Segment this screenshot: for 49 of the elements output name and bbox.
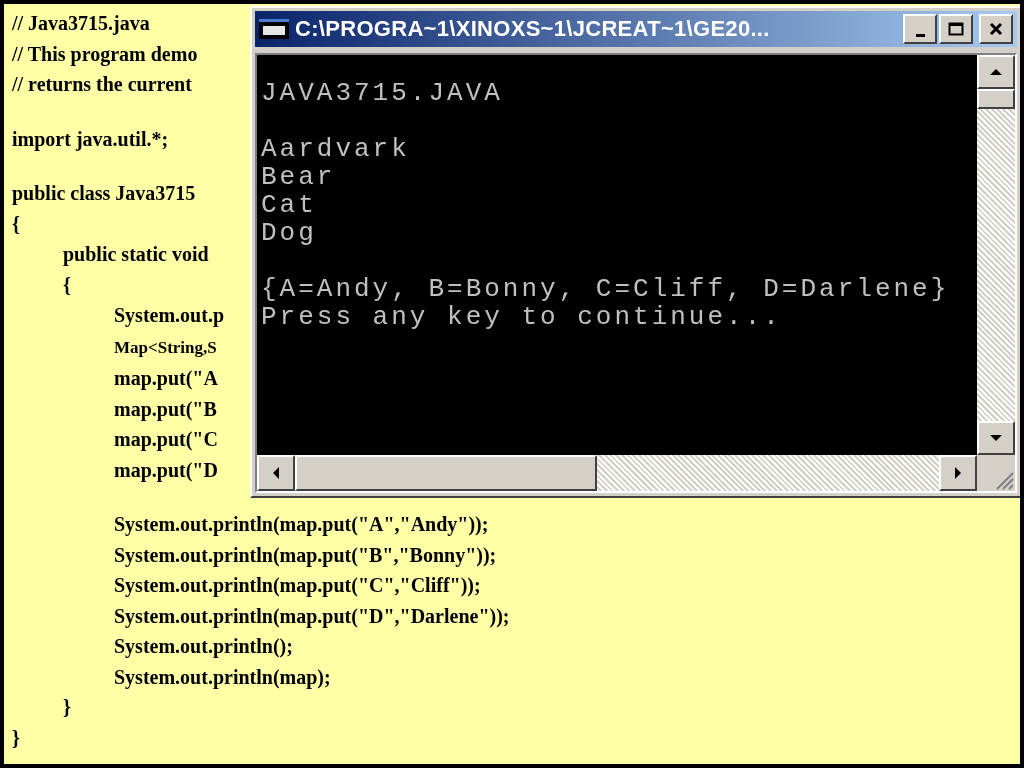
code-line: map.put("B [114,397,217,420]
code-line: } [12,726,20,749]
console-text: Bear [261,162,336,192]
code-line: System.out.println(map.put("A","Andy")); [114,513,489,535]
code-line: public static void [63,243,209,265]
console-text: Aardvark [261,134,410,164]
down-arrow-icon [989,434,1003,442]
minimize-icon [915,33,925,37]
vertical-scrollbar[interactable] [977,55,1015,455]
close-button[interactable] [979,14,1013,44]
scroll-right-button[interactable] [939,455,977,491]
window-title: C:\PROGRA~1\XINOXS~1\JCREAT~1\GE20... [295,16,771,42]
code-line: System.out.println(map.put("C","Cliff")); [114,574,481,596]
scroll-thumb[interactable] [295,455,597,491]
scroll-down-button[interactable] [977,421,1015,455]
scroll-thumb[interactable] [977,89,1015,109]
scroll-up-button[interactable] [977,55,1015,89]
code-line: System.out.println(map); [114,665,331,688]
code-line: } [63,696,71,718]
code-line: public class Java3715 [12,182,196,204]
console-text: Press any key to continue... [261,302,782,332]
code-line: System.out.println(map.put("D","Darlene")); [114,604,510,627]
console-text: JAVA3715.JAVA [261,78,503,108]
code-line: System.out.println(); [114,635,293,657]
maximize-icon [948,22,964,36]
close-icon [989,22,1003,36]
code-line: // This program demo [12,42,198,65]
up-arrow-icon [989,68,1003,76]
console-text: Cat [261,190,317,220]
right-arrow-icon [954,466,962,480]
left-arrow-icon [272,466,280,480]
console-text: {A=Andy, B=Bonny, C=Cliff, D=Darlene} [261,274,950,304]
horizontal-scrollbar[interactable] [257,455,977,491]
code-line: // returns the current [12,73,192,95]
code-line: { [63,273,71,296]
code-line: System.out.println(map.put("B","Bonny")); [114,543,497,566]
console-text: Dog [261,218,317,248]
code-line: map.put("D [114,458,218,481]
code-line: System.out.p [114,304,224,326]
code-line: // Java3715.java [12,12,150,34]
code-line: Map<String,S [114,337,217,357]
code-line: map.put("C [114,428,218,450]
minimize-button[interactable] [903,14,937,44]
code-line: { [12,212,20,235]
code-line: import java.util.*; [12,127,169,150]
code-line: map.put("A [114,367,218,389]
console-icon [259,19,289,39]
scroll-left-button[interactable] [257,455,295,491]
maximize-button[interactable] [939,14,973,44]
